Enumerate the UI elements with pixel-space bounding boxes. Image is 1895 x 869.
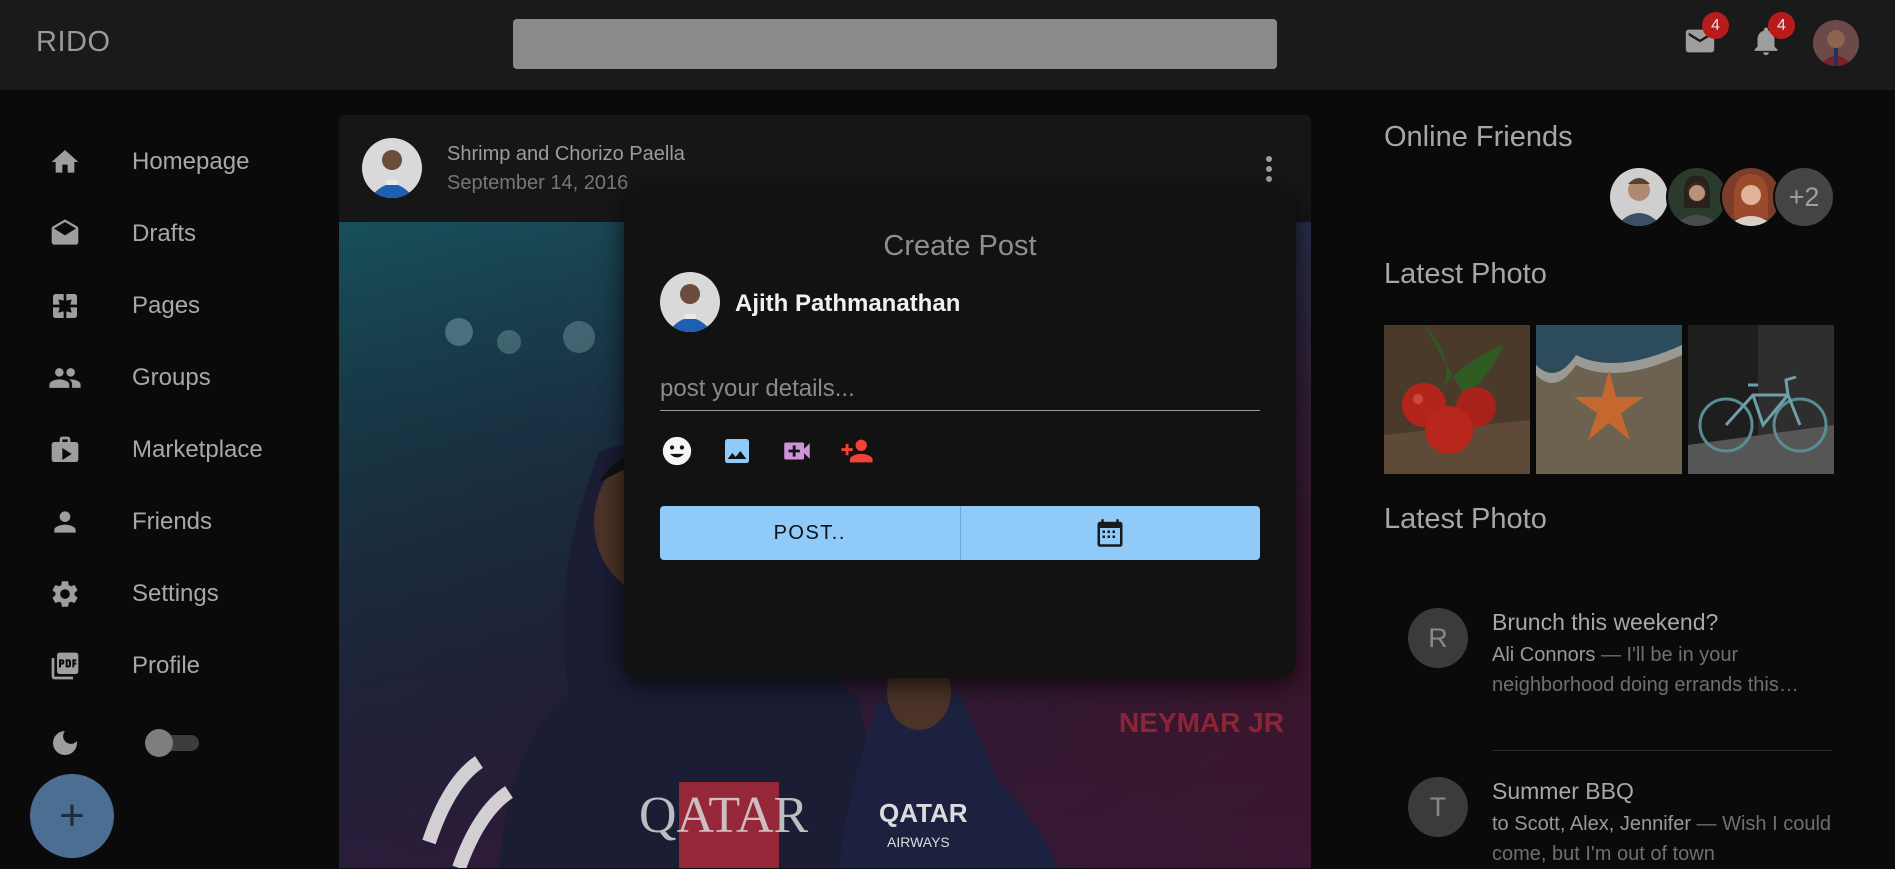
- message-divider: [1492, 750, 1832, 751]
- online-friend-avatar[interactable]: [1608, 166, 1670, 228]
- sidebar-item-label: Groups: [132, 364, 211, 391]
- more-vert-icon[interactable]: [1259, 149, 1279, 189]
- user-avatar[interactable]: [1813, 20, 1859, 66]
- plus-icon: +: [59, 791, 85, 840]
- composer-avatar: [660, 272, 720, 332]
- sidebar-item-label: Drafts: [132, 220, 197, 247]
- online-friends-title: Online Friends: [1384, 121, 1573, 153]
- sidebar-item-marketplace[interactable]: Marketplace: [0, 420, 330, 480]
- home-icon: [48, 145, 82, 179]
- top-app-bar: RIDO 4 4: [0, 0, 1895, 90]
- create-post-dialog: Create Post Ajith Pathmanathan POST..: [624, 190, 1296, 678]
- notifications-button[interactable]: 4: [1743, 12, 1795, 64]
- message-preview[interactable]: Ali Connors — I'll be in your neighborho…: [1492, 640, 1832, 700]
- groups-icon: [48, 361, 82, 395]
- sidebar-item-groups[interactable]: Groups: [0, 348, 330, 408]
- message-preview[interactable]: to Scott, Alex, Jennifer — Wish I could …: [1492, 809, 1832, 869]
- post-details-input[interactable]: [660, 368, 1260, 411]
- post-author-avatar[interactable]: [362, 138, 422, 198]
- sidebar-item-label: Friends: [132, 508, 213, 535]
- svg-text:QATAR: QATAR: [639, 787, 808, 844]
- latest-photo-tomatoes[interactable]: [1384, 325, 1530, 474]
- sidebar-item-label: Settings: [132, 580, 219, 607]
- person-icon: [48, 505, 82, 539]
- avatar-image: [660, 272, 720, 332]
- mail-button[interactable]: 4: [1677, 12, 1729, 64]
- brand-logo[interactable]: RIDO: [36, 26, 111, 59]
- image-icon[interactable]: [720, 434, 754, 468]
- sidebar-item-friends[interactable]: Friends: [0, 492, 330, 552]
- search-input[interactable]: [513, 19, 1277, 69]
- sidebar-item-label: Profile: [132, 652, 201, 679]
- message-sender: Ali Connors: [1492, 644, 1596, 666]
- sidebar-item-label: Pages: [132, 292, 201, 319]
- more-friends-counter[interactable]: +2: [1773, 166, 1835, 228]
- svg-text:QATAR: QATAR: [879, 798, 968, 828]
- post-date: September 14, 2016: [447, 172, 629, 194]
- sidebar-item-pages[interactable]: Pages: [0, 276, 330, 336]
- latest-photo-starfish[interactable]: [1536, 325, 1682, 474]
- message-avatar: T: [1408, 777, 1468, 837]
- dialog-title: Create Post: [883, 230, 1037, 262]
- dark-mode-icon: [48, 726, 82, 760]
- avatar-image: [362, 138, 422, 198]
- latest-photo-bicycle[interactable]: [1688, 325, 1834, 474]
- video-icon[interactable]: [780, 434, 814, 468]
- sidebar-item-label: Marketplace: [132, 436, 263, 463]
- message-avatar: R: [1408, 608, 1468, 668]
- message-sender: to Scott, Alex, Jennifer: [1492, 813, 1691, 835]
- add-post-fab[interactable]: +: [30, 774, 114, 858]
- pages-icon: [48, 289, 82, 323]
- toggle-thumb: [145, 729, 173, 757]
- post-button-group: POST..: [660, 506, 1260, 560]
- avatar-image: [1813, 20, 1859, 66]
- composer-user-name: Ajith Pathmanathan: [735, 290, 961, 317]
- notifications-badge: 4: [1768, 12, 1795, 39]
- person-add-icon[interactable]: [840, 434, 874, 468]
- pdf-icon: [48, 649, 82, 683]
- message-title[interactable]: Summer BBQ: [1492, 778, 1634, 805]
- svg-text:NEYMAR JR: NEYMAR JR: [1119, 707, 1284, 738]
- sidebar-item-settings[interactable]: Settings: [0, 564, 330, 624]
- message-title[interactable]: Brunch this weekend?: [1492, 609, 1718, 636]
- sidebar-item-homepage[interactable]: Homepage: [0, 132, 330, 192]
- post-title: Shrimp and Chorizo Paella: [447, 143, 685, 165]
- latest-photo-title: Latest Photo: [1384, 258, 1547, 290]
- mail-badge: 4: [1702, 12, 1729, 39]
- emoji-icon[interactable]: [660, 434, 694, 468]
- calendar-icon: [1097, 519, 1123, 547]
- sidebar-item-drafts[interactable]: Drafts: [0, 204, 330, 264]
- svg-text:AIRWAYS: AIRWAYS: [887, 834, 950, 850]
- sidebar-item-profile[interactable]: Profile: [0, 636, 330, 696]
- messages-title: Latest Photo: [1384, 503, 1547, 535]
- gear-icon: [48, 577, 82, 611]
- sidebar-item-label: Homepage: [132, 148, 250, 175]
- storefront-icon: [48, 433, 82, 467]
- post-button[interactable]: POST..: [660, 506, 961, 560]
- online-friend-avatar[interactable]: [1666, 166, 1728, 228]
- dark-mode-toggle[interactable]: [145, 728, 201, 758]
- drafts-icon: [48, 217, 82, 251]
- schedule-button[interactable]: [961, 506, 1261, 560]
